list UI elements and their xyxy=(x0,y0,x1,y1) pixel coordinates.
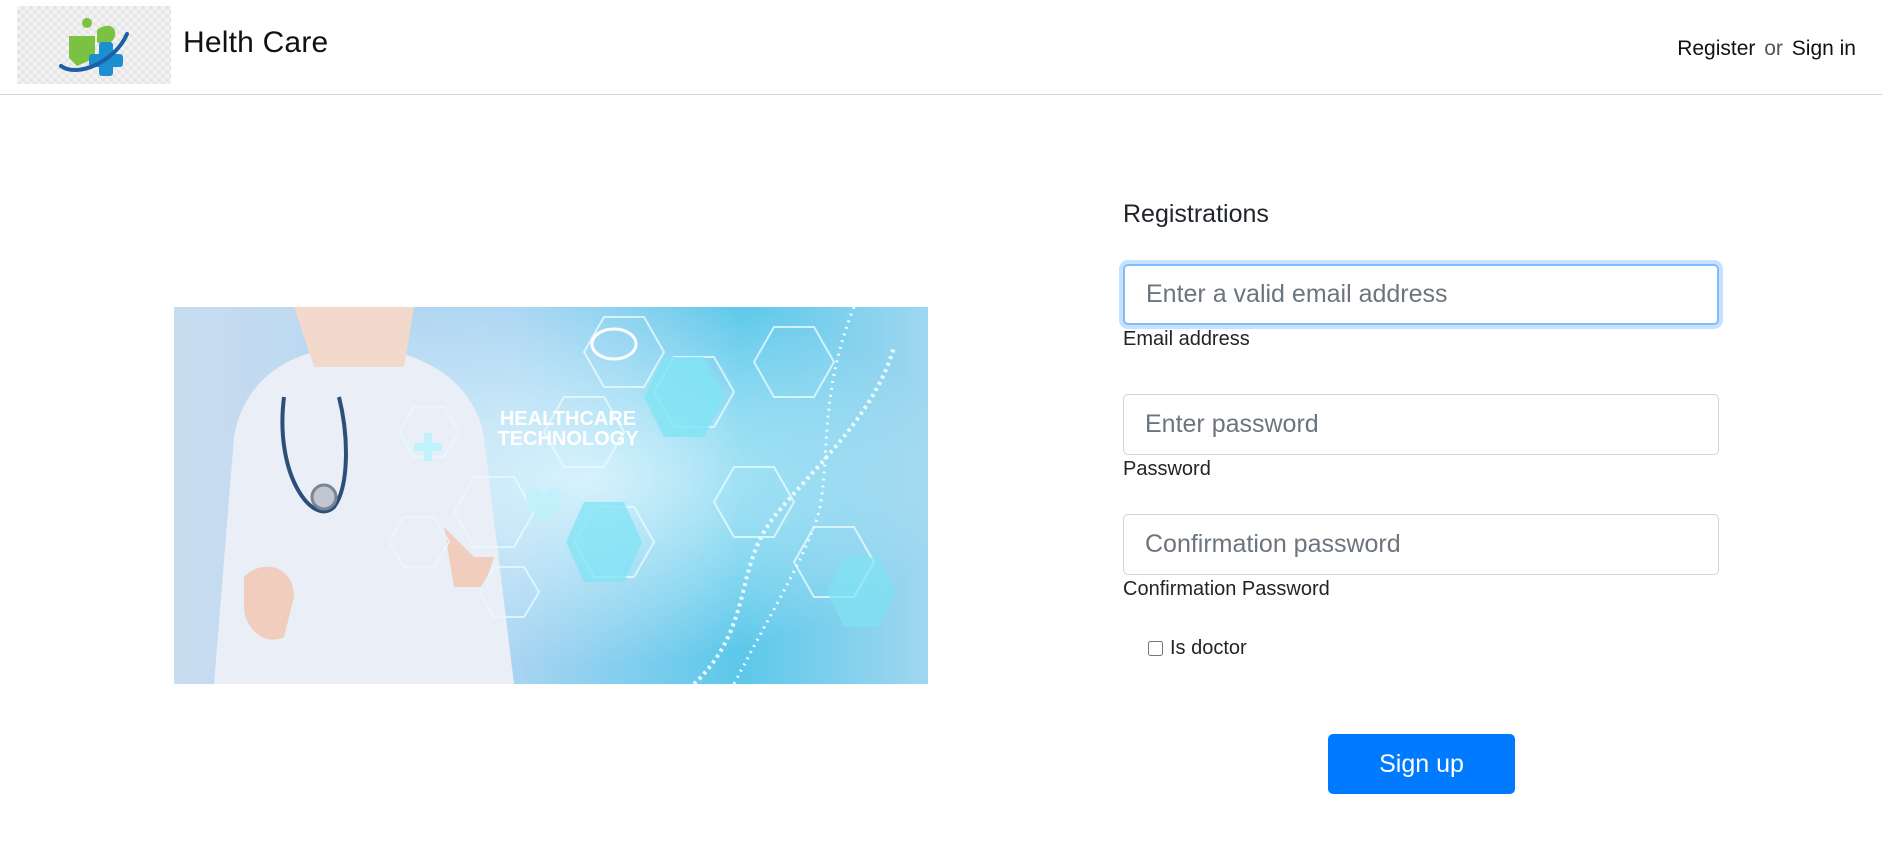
auth-links: Register or Sign in xyxy=(1677,37,1856,61)
email-label: Email address xyxy=(1123,328,1250,350)
confirm-password-input[interactable] xyxy=(1123,514,1719,575)
hero-overlay-line1: HEALTHCARE xyxy=(500,408,636,430)
signin-link[interactable]: Sign in xyxy=(1792,37,1856,60)
confirm-password-label: Confirmation Password xyxy=(1123,578,1330,600)
brand-title[interactable]: Helth Care xyxy=(183,26,328,60)
hero-overlay-line2: TECHNOLOGY xyxy=(497,428,639,450)
email-input[interactable] xyxy=(1123,264,1719,325)
is-doctor-row[interactable]: Is doctor xyxy=(1148,637,1247,660)
healthcare-hero-image: HEALTHCARE TECHNOLOGY xyxy=(174,307,928,684)
is-doctor-label: Is doctor xyxy=(1170,637,1247,659)
or-separator: or xyxy=(1764,37,1783,60)
is-doctor-checkbox[interactable] xyxy=(1148,641,1163,656)
health-care-logo-icon xyxy=(59,18,129,76)
sign-up-button[interactable]: Sign up xyxy=(1328,734,1515,794)
registration-title: Registrations xyxy=(1123,200,1269,228)
top-navbar: Helth Care Register or Sign in xyxy=(0,0,1882,95)
password-input[interactable] xyxy=(1123,394,1719,455)
register-link[interactable]: Register xyxy=(1677,37,1755,60)
site-logo[interactable] xyxy=(17,6,171,84)
password-label: Password xyxy=(1123,458,1211,480)
